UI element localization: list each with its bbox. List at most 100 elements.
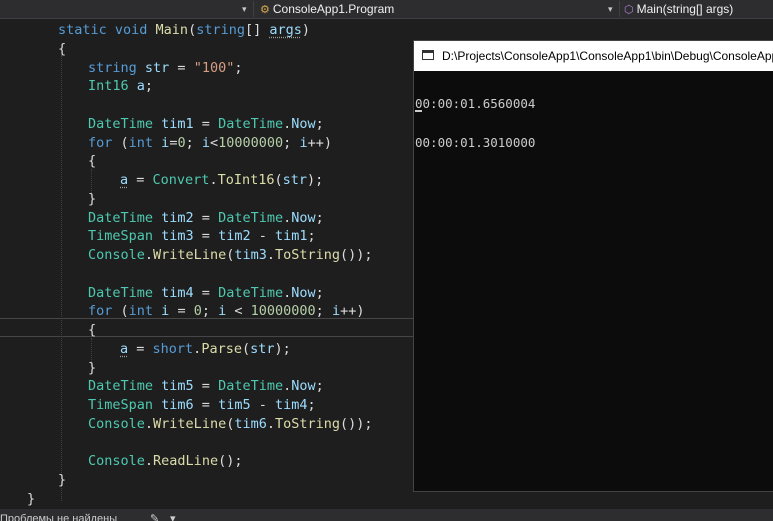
code-line[interactable]: } [58,471,66,490]
code-token: . [283,378,292,395]
code-token: str [144,59,170,76]
class-dropdown-arrow[interactable]: ▾ [608,0,613,18]
code-token: tim5 [161,378,194,395]
code-line[interactable]: string str = "100"; [88,59,242,78]
code-token: 0 [193,303,202,320]
code-token: 0 [177,134,186,151]
code-line[interactable]: { [88,152,96,171]
code-token: 10000000 [250,303,316,320]
code-token: for [88,303,121,320]
code-token: DateTime [88,115,162,132]
code-token: = [169,59,194,76]
code-token: TimeSpan [88,228,162,245]
status-problems-text[interactable]: Проблемы не найдены [0,512,117,521]
code-token: Main [155,22,189,38]
code-token: = [193,284,219,301]
code-line[interactable]: } [88,359,96,378]
code-token: int [128,303,162,320]
code-token: str [250,340,275,357]
code-line[interactable]: } [27,490,35,509]
code-token: tim1 [274,228,308,245]
code-token: ( [241,340,251,357]
code-token: = [193,378,219,395]
code-token: ; [144,78,154,95]
code-token: a [136,78,145,95]
code-token: void [114,22,156,38]
code-token: DateTime [88,209,162,226]
code-token: ; [315,209,324,226]
code-token: ++) [340,303,365,320]
code-token: = [193,209,219,226]
code-token: Now [291,209,316,226]
code-token: ( [120,134,129,151]
brush-icon[interactable]: ✎ [150,512,159,521]
code-line[interactable]: a = short.Parse(str); [120,340,291,359]
code-token: { [88,153,97,170]
code-token: Convert [152,172,210,188]
code-token: 10000000 [218,134,284,151]
code-token: tim5 [218,397,251,413]
code-token: Int16 [88,78,137,95]
code-token: = [128,172,153,188]
code-token: Console [88,247,145,263]
code-token: < [226,303,251,320]
code-token: = [193,115,219,132]
code-token: ; [315,303,332,320]
code-token: ; [201,303,219,320]
code-token: string [88,59,145,76]
code-token: - [250,397,275,413]
code-line[interactable]: Console.ReadLine(); [88,452,242,471]
code-token: { [88,322,97,338]
member-selector-label: Main(string[] args) [636,2,734,16]
code-line[interactable]: DateTime tim1 = DateTime.Now; [88,115,324,134]
code-token: i [201,134,210,151]
class-selector-dropdown[interactable]: ⚙ ConsoleApp1.Program [260,0,615,18]
console-titlebar[interactable]: D:\Projects\ConsoleApp1\ConsoleApp1\bin\… [414,41,773,71]
code-token: . [266,415,275,432]
code-line[interactable]: DateTime tim5 = DateTime.Now; [88,377,324,396]
status-bar: Проблемы не найдены ✎ ▾ [0,509,773,521]
code-token: "100" [193,59,235,76]
code-token: [] [244,22,270,38]
code-token: ++) [307,134,332,151]
project-dropdown-arrow[interactable]: ▾ [242,0,247,18]
code-token: Now [291,284,316,301]
code-token: ( [120,303,129,320]
code-token: } [88,359,97,376]
code-line[interactable]: { [88,321,96,340]
code-line[interactable]: TimeSpan tim3 = tim2 - tim1; [88,227,316,246]
code-token: a [120,340,129,357]
code-token: . [283,209,292,226]
code-line[interactable]: static void Main(string[] args) [58,21,310,40]
code-line[interactable]: for (int i = 0; i < 10000000; i++) [88,302,364,321]
code-token: Parse [201,340,242,357]
code-token: ; [307,397,316,413]
code-line[interactable]: a = Convert.ToInt16(str); [120,171,323,190]
code-token: ; [315,284,324,301]
code-line[interactable]: for (int i=0; i<10000000; i++) [88,134,332,153]
code-token: static [58,22,115,38]
member-selector-dropdown[interactable]: ⬡ Main(string[] args) [624,0,773,18]
code-token: { [58,40,67,57]
console-window[interactable]: D:\Projects\ConsoleApp1\ConsoleApp1\bin\… [413,40,773,492]
code-token: WriteLine [153,415,227,432]
code-token: tim4 [274,397,308,413]
code-token: DateTime [218,378,284,395]
code-line[interactable]: Console.WriteLine(tim6.ToString()); [88,415,373,434]
chevron-down-icon[interactable]: ▾ [170,512,176,521]
code-token: ( [188,22,197,38]
method-icon: ⬡ [624,4,634,16]
navigation-bar: ▾ ⚙ ConsoleApp1.Program ▾ ⬡ Main(string[] … [0,0,773,19]
navbar-separator [253,1,254,17]
code-token: Console [88,415,145,432]
console-output: 00:00:01.6560004 00:00:01.3010000 [415,71,535,175]
code-line[interactable]: Int16 a; [88,77,153,96]
code-line[interactable]: TimeSpan tim6 = tim5 - tim4; [88,396,316,415]
code-token: ; [315,115,324,132]
code-line[interactable]: Console.WriteLine(tim3.ToString()); [88,246,373,265]
code-line[interactable]: } [88,190,96,209]
code-line[interactable]: DateTime tim4 = DateTime.Now; [88,284,324,303]
class-icon: ⚙ [260,4,270,16]
code-line[interactable]: DateTime tim2 = DateTime.Now; [88,209,324,228]
code-line[interactable]: { [58,40,66,59]
